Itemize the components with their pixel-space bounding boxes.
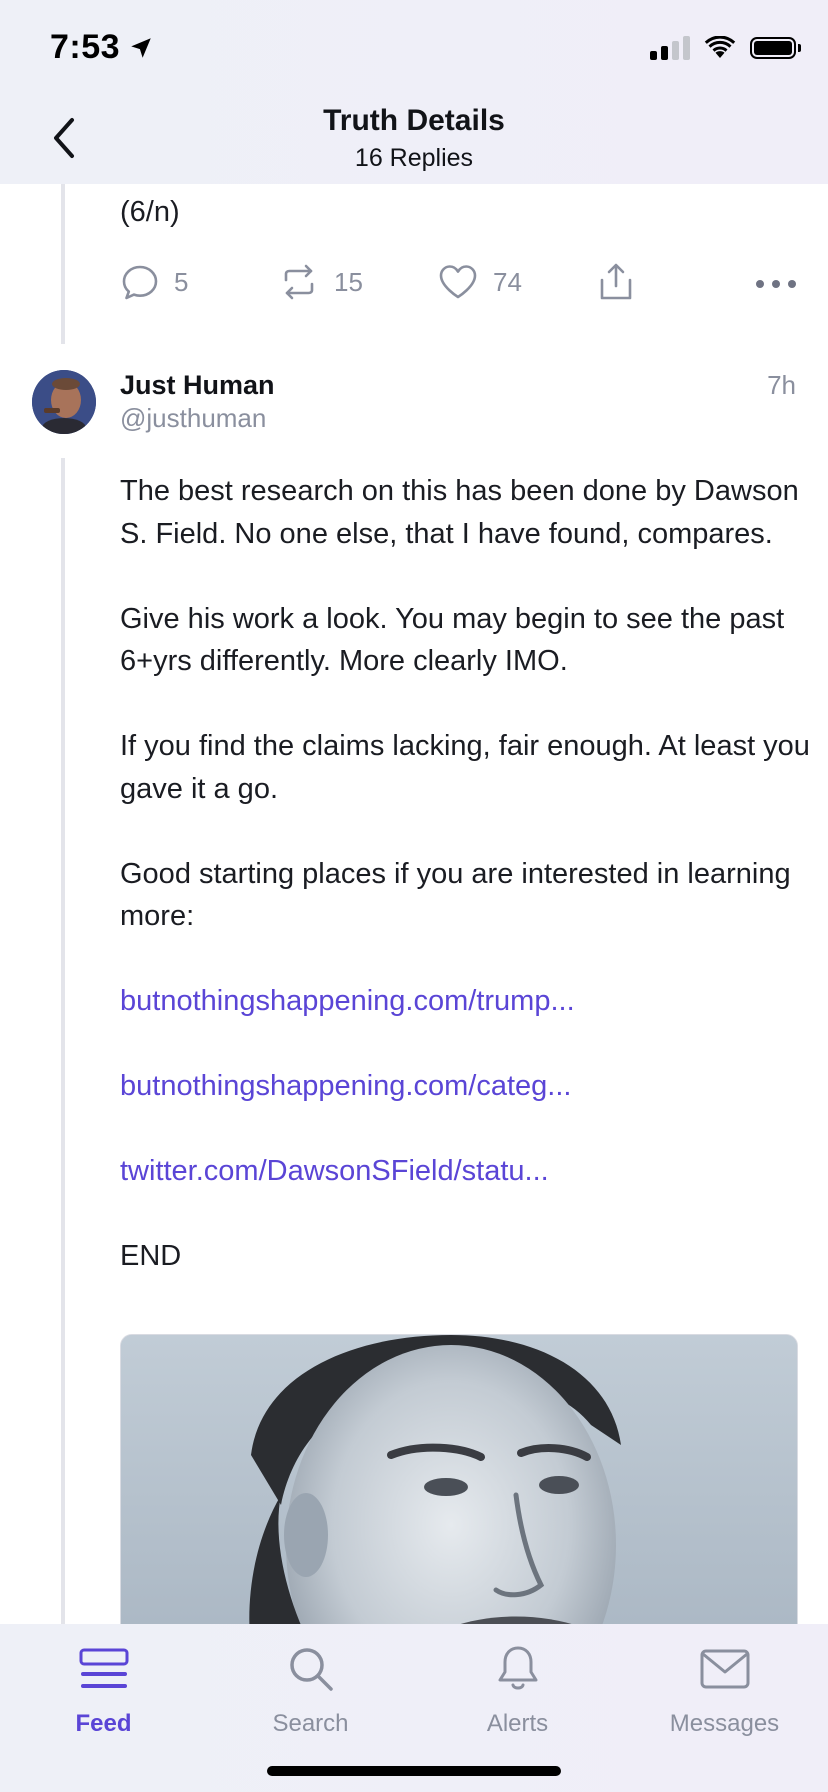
post-link[interactable]: butnothingshappening.com/trump... — [120, 980, 810, 1023]
like-count-label: 74 — [493, 266, 522, 297]
search-icon — [289, 1648, 333, 1691]
previous-post-text: (6/n) — [120, 196, 180, 228]
tab-feed[interactable]: Feed — [0, 1644, 207, 1738]
post-body: The best research on this has been done … — [120, 470, 810, 1320]
tab-search[interactable]: Search — [207, 1644, 414, 1738]
dot-icon — [756, 280, 764, 288]
share-icon — [600, 263, 632, 300]
post-closing: END — [120, 1240, 182, 1272]
status-time: 7:53 — [50, 28, 154, 67]
location-arrow-icon — [131, 37, 151, 58]
post-timestamp: 7h — [767, 370, 796, 400]
avatar[interactable] — [32, 370, 96, 434]
tab-messages[interactable]: Messages — [621, 1644, 828, 1738]
retruth-button[interactable]: 15 — [278, 262, 363, 302]
post-link[interactable]: twitter.com/DawsonSField/statu... — [120, 1150, 810, 1193]
cellular-signal-icon — [650, 36, 690, 60]
home-indicator[interactable] — [267, 1766, 561, 1776]
post-paragraph: Good starting places if you are interest… — [120, 857, 791, 933]
post-paragraph: The best research on this has been done … — [120, 475, 799, 550]
author-name[interactable]: Just Human — [120, 370, 275, 401]
tab-alerts[interactable]: Alerts — [414, 1644, 621, 1738]
thread-connector — [61, 184, 65, 344]
retruth-count-label: 15 — [334, 266, 363, 297]
post-link[interactable]: butnothingshappening.com/categ... — [120, 1065, 810, 1108]
dot-icon — [772, 280, 780, 288]
status-icons — [650, 36, 801, 60]
tab-label: Search — [272, 1710, 349, 1737]
battery-icon — [750, 37, 801, 59]
reply-count-label: 5 — [174, 266, 189, 297]
clock-text: 7:53 — [50, 28, 121, 66]
bell-icon — [498, 1646, 537, 1690]
author-handle[interactable]: @justhuman — [120, 403, 266, 434]
reply-button[interactable]: 5 — [120, 262, 188, 302]
reply-count: 16 Replies — [354, 144, 474, 172]
thread-connector — [61, 458, 65, 1624]
more-options-button[interactable] — [756, 280, 796, 288]
comment-icon — [122, 265, 158, 300]
repost-icon — [284, 264, 314, 300]
mail-icon — [700, 1649, 749, 1689]
tab-label: Alerts — [486, 1710, 549, 1737]
heart-icon — [439, 265, 477, 299]
previous-post-actions: 5 15 74 — [120, 262, 796, 310]
bottom-tab-bar: Feed Search Alerts Messages — [0, 1624, 828, 1792]
top-header: 7:53 Truth Details 16 Replies — [0, 0, 828, 184]
post-paragraph: If you find the claims lacking, fair eno… — [120, 730, 810, 805]
wifi-icon — [704, 36, 736, 58]
feed-icon — [79, 1648, 128, 1688]
post-paragraph: Give his work a look. You may begin to s… — [120, 602, 785, 678]
page-title: Truth Details — [323, 104, 505, 137]
tab-label: Messages — [669, 1710, 780, 1737]
avatar-photo — [32, 370, 96, 434]
truth-details-screen: 7:53 Truth Details 16 Replies (6/n) 5 15… — [0, 0, 828, 1792]
like-button[interactable]: 74 — [437, 262, 522, 302]
tab-label: Feed — [75, 1710, 132, 1737]
share-button[interactable] — [598, 262, 634, 302]
dot-icon — [788, 280, 796, 288]
